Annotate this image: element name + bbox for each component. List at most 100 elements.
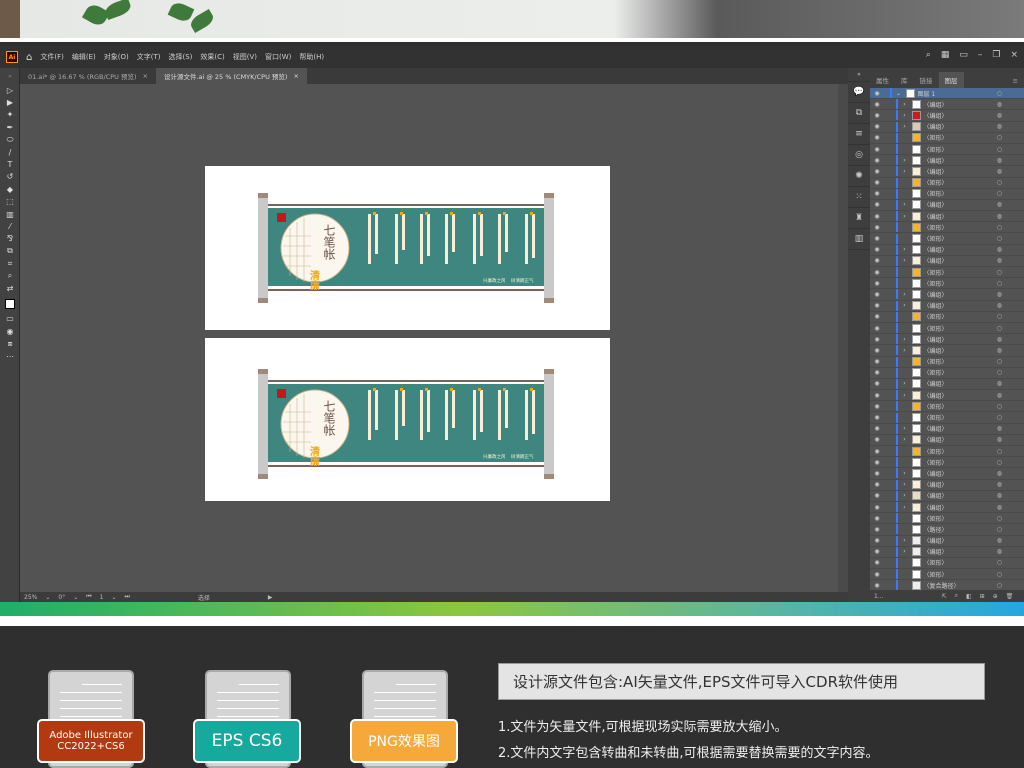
visibility-eye-icon[interactable]: ◉ (870, 481, 884, 488)
target-icon[interactable]: ◍ (997, 347, 1002, 354)
eraser-tool-icon[interactable]: ◆ (0, 183, 20, 195)
layer-row[interactable]: ◉ › 〈编组〉 ◍ (870, 535, 1024, 547)
layer-row[interactable]: ◉ 〈矩形〉 ○ (870, 323, 1024, 335)
locate-object-icon[interactable]: ⌕ (955, 592, 958, 600)
magic-wand-icon[interactable]: ✦ (0, 109, 20, 121)
layer-row[interactable]: ◉ › 〈编组〉 ◍ (870, 490, 1024, 502)
layer-row[interactable]: ◉ › 〈编组〉 ◍ (870, 479, 1024, 491)
visibility-eye-icon[interactable]: ◉ (870, 380, 884, 387)
visibility-eye-icon[interactable]: ◉ (870, 436, 884, 443)
menu-object[interactable]: 对象(O) (104, 52, 129, 62)
menu-file[interactable]: 文件(F) (40, 52, 64, 62)
menu-effect[interactable]: 效果(C) (200, 52, 224, 62)
layer-row[interactable]: ◉ 〈矩形〉 ○ (870, 569, 1024, 581)
chevron-right-icon[interactable]: › (898, 492, 912, 499)
visibility-eye-icon[interactable]: ◉ (870, 358, 884, 365)
target-icon[interactable]: ◍ (997, 470, 1002, 477)
chevron-right-icon[interactable]: › (898, 425, 912, 432)
rotate-tool-icon[interactable]: ↺ (0, 171, 20, 183)
target-icon[interactable]: ○ (997, 571, 1002, 578)
new-sublayer-icon[interactable]: ⊞ (980, 593, 985, 600)
visibility-eye-icon[interactable]: ◉ (870, 459, 884, 466)
chevron-right-icon[interactable]: › (898, 481, 912, 488)
chevron-right-icon[interactable]: › (898, 201, 912, 208)
zoom-field[interactable]: 25% (24, 594, 37, 601)
free-transform-icon[interactable]: ⬚ (0, 196, 20, 208)
visibility-eye-icon[interactable]: ◉ (870, 134, 884, 141)
target-icon[interactable]: ○ (997, 224, 1002, 231)
visibility-eye-icon[interactable]: ◉ (870, 526, 884, 533)
layer-row[interactable]: ◉ 〈矩形〉 ○ (870, 144, 1024, 156)
artboard-2[interactable]: 清廉 七笔帐 兴廉政之风 树清朗正气 (205, 338, 610, 501)
target-icon[interactable]: ◍ (997, 492, 1002, 499)
target-icon[interactable]: ○ (997, 414, 1002, 421)
zoom-tool-icon[interactable]: ⌕ (0, 270, 20, 282)
chevron-right-icon[interactable]: › (898, 257, 912, 264)
target-icon[interactable]: ○ (997, 146, 1002, 153)
target-icon[interactable]: ◍ (997, 302, 1002, 309)
visibility-eye-icon[interactable]: ◉ (870, 537, 884, 544)
align-icon[interactable]: ≡ (848, 124, 870, 145)
chevron-right-icon[interactable]: › (898, 168, 912, 175)
layer-row[interactable]: ◉ 〈矩形〉 ○ (870, 278, 1024, 290)
artboards-icon[interactable]: ⁙ (848, 187, 870, 208)
menu-help[interactable]: 帮助(H) (299, 52, 324, 62)
visibility-eye-icon[interactable]: ◉ (870, 313, 884, 320)
target-icon[interactable]: ○ (997, 179, 1002, 186)
layer-row[interactable]: ◉ › 〈编组〉 ◍ (870, 502, 1024, 514)
visibility-eye-icon[interactable]: ◉ (870, 369, 884, 376)
chevron-right-icon[interactable]: › (898, 101, 912, 108)
selection-tool-icon[interactable]: ▷ (0, 84, 20, 96)
target-icon[interactable]: ○ (997, 448, 1002, 455)
target-icon[interactable]: ○ (997, 134, 1002, 141)
target-icon[interactable]: ○ (997, 559, 1002, 566)
layer-row[interactable]: ◉ › 〈编组〉 ◍ (870, 244, 1024, 256)
menu-window[interactable]: 窗口(W) (265, 52, 291, 62)
draw-mode-icon[interactable]: ◉ (0, 325, 20, 337)
visibility-eye-icon[interactable]: ◉ (870, 168, 884, 175)
paintbrush-tool-icon[interactable]: / (0, 146, 20, 158)
menu-view[interactable]: 视图(V) (233, 52, 257, 62)
layer-row[interactable]: ◉ › 〈编组〉 ◍ (870, 99, 1024, 111)
tab-links[interactable]: 链接 (914, 72, 939, 88)
chevron-right-icon[interactable]: › (898, 112, 912, 119)
layer-row[interactable]: ◉ › 〈编组〉 ◍ (870, 166, 1024, 178)
visibility-eye-icon[interactable]: ◉ (870, 112, 884, 119)
layer-row[interactable]: ◉ › 〈编组〉 ◍ (870, 468, 1024, 480)
target-icon[interactable]: ◍ (997, 123, 1002, 130)
layer-row[interactable]: ◉ 〈矩形〉 ○ (870, 356, 1024, 368)
target-icon[interactable]: ○ (997, 269, 1002, 276)
target-icon[interactable]: ◍ (997, 436, 1002, 443)
visibility-eye-icon[interactable]: ◉ (870, 123, 884, 130)
chevron-down-icon[interactable]: ⌄ (111, 594, 116, 601)
layer-row[interactable]: ◉ 〈矩形〉 ○ (870, 557, 1024, 570)
screen-mode-icon[interactable]: ⧈ (0, 337, 20, 349)
clipping-mask-icon[interactable]: ◧ (966, 593, 972, 600)
asset-export-icon[interactable]: ♜ (848, 208, 870, 229)
type-tool-icon[interactable]: T (0, 158, 20, 170)
chevron-right-icon[interactable]: › (898, 347, 912, 354)
target-icon[interactable]: ◍ (997, 392, 1002, 399)
visibility-eye-icon[interactable]: ◉ (870, 470, 884, 477)
close-icon[interactable]: × (142, 72, 147, 80)
new-layer-icon[interactable]: ⊕ (993, 593, 998, 600)
target-icon[interactable]: ○ (997, 325, 1002, 332)
swap-colors-icon[interactable]: ⇄ (0, 282, 20, 294)
chevron-right-icon[interactable]: › (898, 302, 912, 309)
pen-tool-icon[interactable]: ✒ (0, 121, 20, 133)
target-icon[interactable]: ○ (997, 403, 1002, 410)
layer-row[interactable]: ◉ › 〈编组〉 ◍ (870, 110, 1024, 122)
layer-row[interactable]: ◉ 〈矩形〉 ○ (870, 311, 1024, 323)
chevron-right-icon[interactable]: › (898, 504, 912, 511)
layer-row[interactable]: ◉ › 〈编组〉 ◍ (870, 434, 1024, 446)
layer-row[interactable]: ◉ › 〈编组〉 ◍ (870, 423, 1024, 435)
visibility-eye-icon[interactable]: ◉ (870, 280, 884, 287)
chevron-right-icon[interactable]: › (898, 537, 912, 544)
layer-row[interactable]: ◉ › 〈编组〉 ◍ (870, 255, 1024, 267)
arrange-documents-icon[interactable]: ▦ (941, 50, 950, 60)
target-icon[interactable]: ○ (997, 459, 1002, 466)
search-icon[interactable]: ⌕ (926, 50, 931, 60)
visibility-eye-icon[interactable]: ◉ (870, 179, 884, 186)
chevron-down-icon[interactable]: ⌄ (892, 90, 906, 97)
chevron-down-icon[interactable]: ⌄ (73, 594, 78, 601)
